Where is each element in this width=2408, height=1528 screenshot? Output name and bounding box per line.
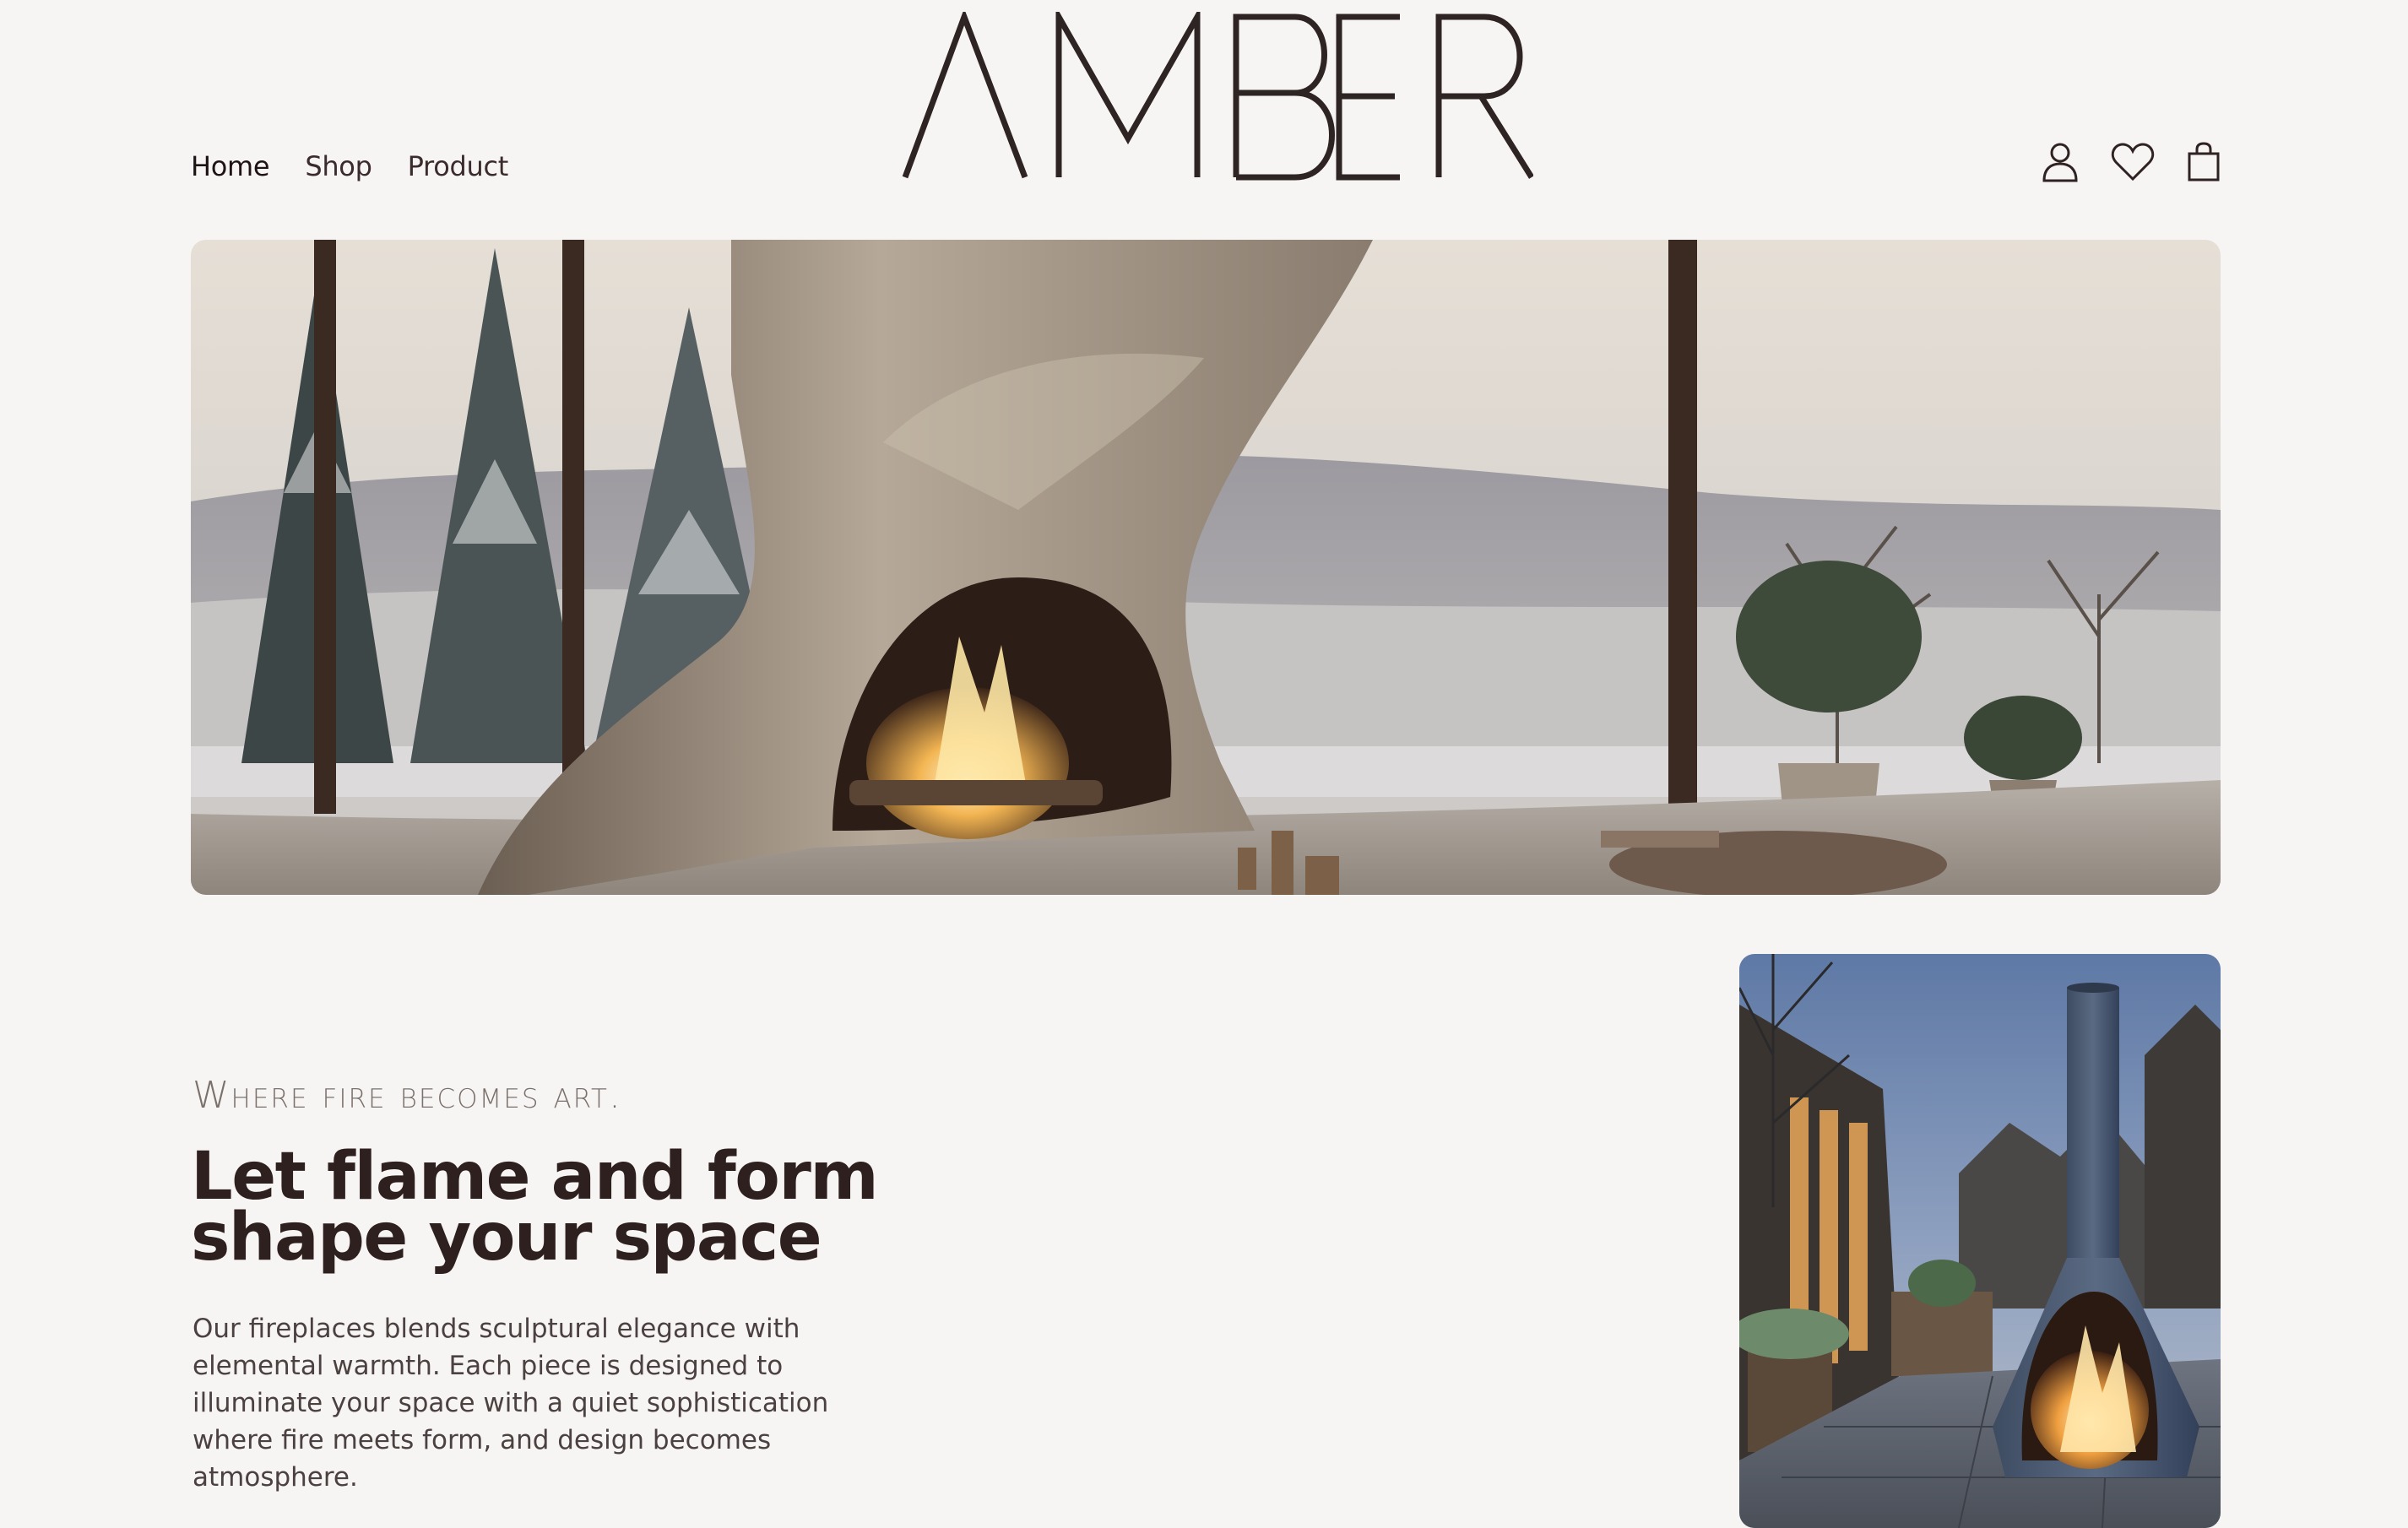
heart-icon[interactable]	[2111, 142, 2155, 182]
brand-logo[interactable]	[902, 5, 1534, 181]
nav-item-home[interactable]: Home	[191, 150, 270, 182]
feature-image	[1739, 954, 2221, 1528]
main-nav: Home Shop Product	[191, 150, 508, 182]
user-icon[interactable]	[2042, 142, 2079, 182]
header-actions	[2042, 142, 2221, 182]
page-headline: Let flame and form shape your space	[191, 1144, 951, 1271]
tagline: Where fire becomes art.	[193, 1074, 622, 1117]
shopping-bag-icon[interactable]	[2187, 142, 2221, 182]
hero-image	[191, 240, 2221, 895]
headline-line-2: shape your space	[191, 1200, 822, 1276]
intro-description: Our fireplaces blends sculptural eleganc…	[193, 1314, 829, 1493]
brand-logo-wordmark	[902, 5, 1534, 181]
nav-item-shop[interactable]: Shop	[305, 150, 372, 182]
nav-item-product[interactable]: Product	[408, 150, 509, 182]
site-header: Home Shop Product	[0, 0, 2408, 211]
